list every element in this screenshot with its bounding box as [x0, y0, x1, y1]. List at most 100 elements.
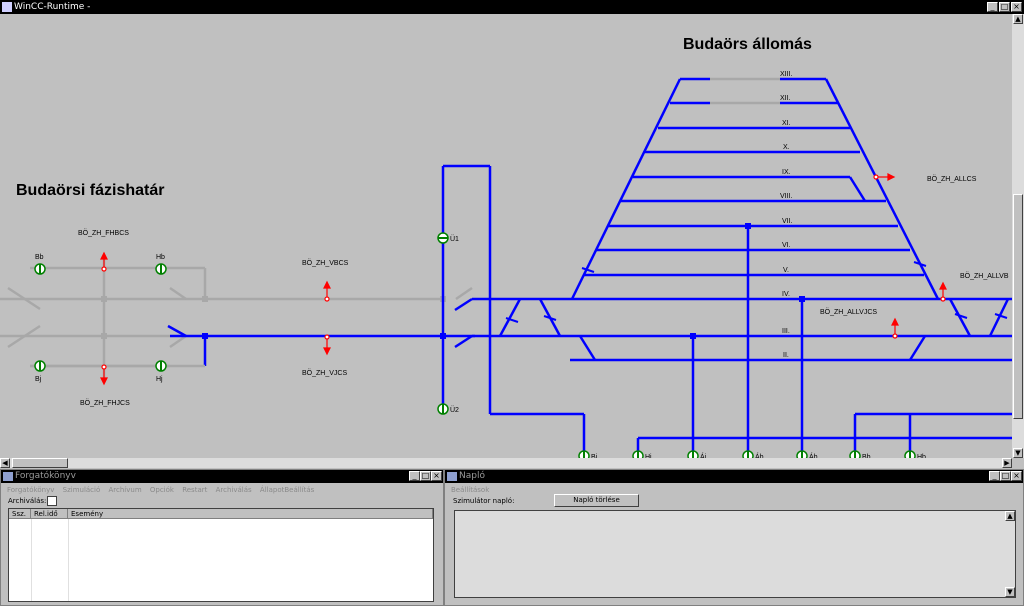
track-label: XII.	[780, 95, 791, 102]
signal-bb-icon	[34, 263, 46, 275]
signal-label-hb: Hb	[156, 254, 165, 261]
column-header[interactable]: Ssz.	[9, 509, 31, 519]
scroll-down-icon[interactable]: ▼	[1005, 587, 1015, 597]
arrow-right-icon	[873, 173, 896, 181]
vertical-scrollbar[interactable]: ▲ ▼	[1012, 14, 1024, 458]
signal-u1-icon	[437, 232, 449, 244]
track-label: IV.	[782, 291, 790, 298]
signal-bj-icon	[34, 360, 46, 372]
scenario-panel-title-bar: Forgatókönyv _ □ ×	[1, 470, 443, 483]
scroll-up-icon[interactable]: ▲	[1005, 511, 1015, 521]
signal-icon	[632, 450, 644, 458]
track-label: III.	[782, 328, 790, 335]
arrow-down-icon	[323, 334, 331, 356]
menu-item[interactable]: Archiválás	[216, 486, 252, 494]
scenario-menu-bar: Forgatókönyv Szimuláció Archívum Opciók …	[1, 484, 314, 496]
inactive-nodes	[101, 296, 446, 339]
close-button[interactable]: ×	[1011, 471, 1022, 481]
log-panel-title: Napló	[459, 471, 485, 481]
column-header[interactable]: Esemény	[68, 509, 433, 519]
joint-marks	[505, 261, 1008, 323]
window-title: WinCC-Runtime -	[14, 2, 91, 12]
signal-u2-icon	[437, 403, 449, 415]
signal-label-u2: Ü2	[450, 406, 459, 414]
arrow-up-icon	[323, 280, 331, 302]
vertical-scroll-thumb[interactable]	[1013, 194, 1023, 419]
track-label: IX.	[782, 169, 791, 176]
track-label: X.	[783, 144, 790, 151]
signal-label-hj: Hj	[156, 376, 163, 383]
scenario-panel-title: Forgatókönyv	[15, 471, 76, 481]
horizontal-scrollbar[interactable]: ◀ ▶	[0, 458, 1012, 468]
signal-icon	[742, 450, 754, 458]
track-label: XIII.	[780, 71, 793, 78]
close-button[interactable]: ×	[1011, 2, 1022, 12]
simulator-log-textarea[interactable]: ▲ ▼	[454, 510, 1016, 598]
menu-item[interactable]: Beállítások	[451, 486, 489, 494]
border-title: Budaörsi fázishatár	[16, 182, 164, 199]
maximize-button[interactable]: □	[420, 471, 431, 481]
signal-icon	[904, 450, 916, 458]
section-label-fhbcs: BÖ_ZH_FHBCS	[78, 229, 129, 237]
arrow-up-icon	[891, 317, 899, 339]
signal-icon	[687, 450, 699, 458]
clear-log-button[interactable]: Napló törlése	[554, 494, 639, 507]
scenario-table[interactable]: Ssz. Rel.idő Esemény	[8, 508, 434, 602]
track-label: VI.	[782, 242, 791, 249]
horizontal-scroll-thumb[interactable]	[12, 458, 68, 468]
signal-icon	[849, 450, 861, 458]
signal-icon	[578, 450, 590, 458]
signals[interactable]	[34, 232, 449, 415]
signal-hb-icon	[155, 263, 167, 275]
maximize-button[interactable]: □	[1000, 471, 1011, 481]
menu-item[interactable]: Forgatókönyv	[7, 486, 54, 494]
archive-checkbox[interactable]	[47, 496, 57, 506]
minimize-button[interactable]: _	[409, 471, 420, 481]
simulator-log-label: Szimulátor napló:	[453, 497, 515, 505]
window-title-bar: WinCC-Runtime - _ □ ×	[0, 0, 1024, 14]
track-label: VIII.	[780, 193, 793, 200]
log-menu-bar: Beállítások	[445, 484, 489, 496]
maximize-button[interactable]: □	[999, 2, 1010, 12]
scroll-down-icon[interactable]: ▼	[1013, 448, 1023, 458]
menu-item[interactable]: Opciók	[150, 486, 174, 494]
signal-icon	[796, 450, 808, 458]
archive-label: Archiválás:	[8, 497, 47, 505]
station-title: Budaörs állomás	[683, 36, 812, 53]
signal-hj-icon	[155, 360, 167, 372]
log-panel-title-bar: Napló _ □ ×	[445, 470, 1023, 483]
scroll-right-icon[interactable]: ▶	[1002, 458, 1012, 468]
section-label-vjcs: BÖ_ZH_VJCS	[302, 369, 347, 377]
app-icon	[2, 2, 12, 12]
menu-item[interactable]: Archívum	[109, 486, 142, 494]
arrow-up-icon	[100, 251, 108, 272]
section-label-fhjcs: BÖ_ZH_FHJCS	[80, 399, 130, 407]
track-diagram-canvas: Budaörs állomás Budaörsi fázishatár XIII…	[0, 14, 1012, 458]
section-label-allcs: BÖ_ZH_ALLCS	[927, 175, 977, 183]
signal-label-u1: Ü1	[450, 235, 459, 243]
menu-item[interactable]: Restart	[182, 486, 207, 494]
direction-arrows	[100, 173, 947, 386]
close-button[interactable]: ×	[431, 471, 442, 481]
arrow-down-icon	[100, 364, 108, 386]
signal-label-bj: Bj	[35, 376, 42, 383]
minimize-button[interactable]: _	[989, 471, 1000, 481]
track-labels: XIII. XII. XI. X. IX. VIII. VII. VI. V. …	[780, 71, 793, 359]
section-label-allvjcs: BÖ_ZH_ALLVJCS	[820, 308, 877, 316]
minimize-button[interactable]: _	[987, 2, 998, 12]
track-label: V.	[783, 267, 789, 274]
panel-icon	[447, 472, 457, 481]
scroll-up-icon[interactable]: ▲	[1013, 14, 1023, 24]
track-label: VII.	[782, 218, 793, 225]
scroll-left-icon[interactable]: ◀	[0, 458, 10, 468]
track-label: II.	[783, 352, 789, 359]
column-header[interactable]: Rel.idő	[31, 509, 68, 519]
menu-item[interactable]: ÁllapotBeállítás	[260, 486, 314, 494]
menu-item[interactable]: Szimuláció	[63, 486, 101, 494]
arrow-up-icon	[939, 281, 947, 302]
scenario-panel: Forgatókönyv _ □ × Forgatókönyv Szimulác…	[0, 469, 444, 606]
section-label-allvb: BÖ_ZH_ALLVB	[960, 272, 1009, 280]
track-label: XI.	[782, 120, 791, 127]
panel-icon	[3, 472, 13, 481]
signal-label-bb: Bb	[35, 254, 44, 261]
